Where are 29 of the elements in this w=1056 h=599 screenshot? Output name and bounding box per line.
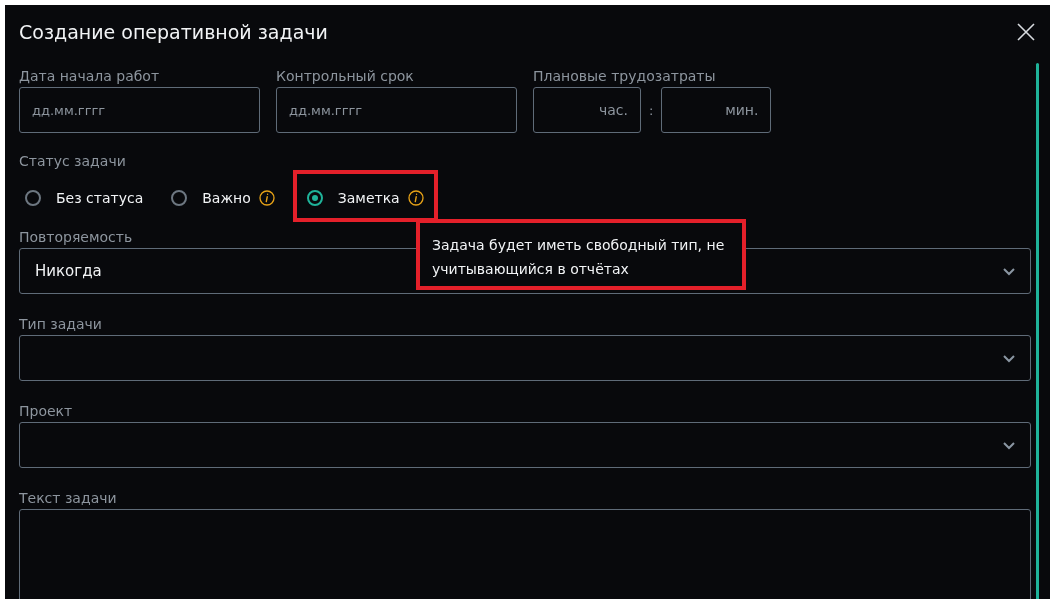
radio-label: Без статуса <box>56 190 144 206</box>
date-field[interactable]: дд.мм.гггг <box>276 87 517 133</box>
dropdown-field[interactable] <box>19 422 1031 468</box>
separator-colon: : <box>649 102 654 118</box>
date-field[interactable]: дд.мм.гггг <box>19 87 260 133</box>
field-label: Статус задачи <box>19 152 126 171</box>
radio-button[interactable] <box>171 190 188 206</box>
field-label: Тип задачи <box>19 315 102 334</box>
dialog-title: Создание оперативной задачи <box>19 21 328 43</box>
tooltip: Задача будет иметь свободный тип, не учитывающийся в отчётах <box>416 219 746 290</box>
chevron-down-icon <box>1002 353 1016 363</box>
field-label: Дата начала работ <box>19 67 160 86</box>
close-icon <box>1016 22 1036 42</box>
field-label: Проект <box>19 402 73 421</box>
dropdown-field[interactable] <box>19 335 1031 381</box>
hours-field[interactable]: час. <box>533 87 641 133</box>
chevron-down-icon <box>1002 440 1016 450</box>
chevron-down-icon <box>1002 266 1016 276</box>
close-button[interactable] <box>1016 22 1036 42</box>
radio-button[interactable] <box>25 190 41 206</box>
field-label: Плановые трудозатраты <box>533 67 716 86</box>
radio-button[interactable] <box>306 190 323 206</box>
field-label: Повторяемость <box>19 228 133 247</box>
field-label: Текст задачи <box>19 489 117 508</box>
radio-label: Важно <box>202 190 251 206</box>
field-label: Контрольный срок <box>276 67 414 86</box>
scrollbar-thumb[interactable] <box>1036 63 1039 599</box>
radio-label: Заметка <box>337 190 400 206</box>
minutes-field[interactable]: мин. <box>661 87 772 133</box>
